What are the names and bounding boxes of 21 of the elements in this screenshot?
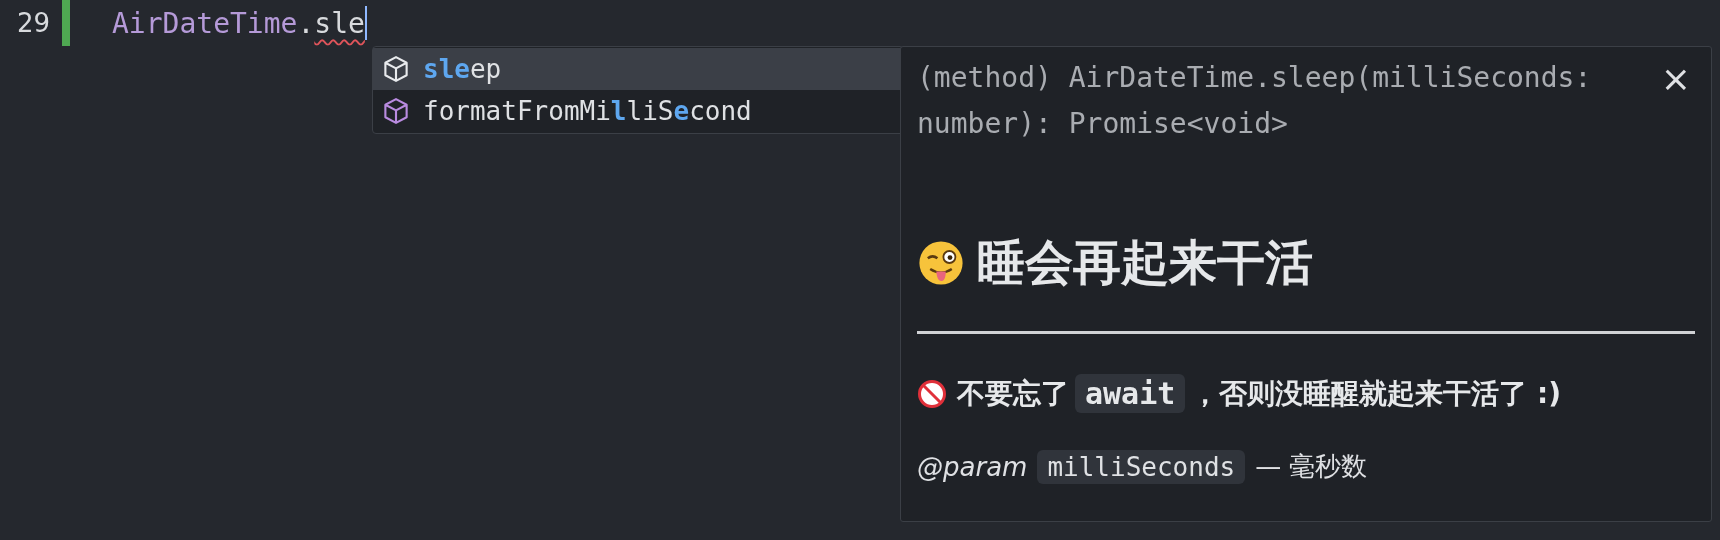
inline-code: await [1075,374,1186,413]
method-signature: (method) AirDateTime.sleep(milliSeconds: number): Promise<void> [917,60,1593,142]
param-description: — 毫秒数 [1255,450,1368,483]
code-token: . [297,6,315,40]
suggestion-item[interactable]: formatFromMilliSecond [373,90,903,132]
winking-smiley-icon [917,239,965,287]
code-token: AirDateTime [112,6,298,40]
close-button[interactable]: × [1660,61,1691,97]
doc-heading: 睡会再起来干活 [977,233,1313,292]
suggestion-item[interactable]: sleep [373,48,903,90]
param-name: milliSeconds [1037,449,1246,484]
change-marker [62,0,70,46]
cube-icon [381,54,411,84]
prohibited-icon [917,378,947,409]
text-cursor [364,6,367,40]
note-text: ，否则没睡醒就起来干活了 :) [1191,375,1562,412]
param-tag: @param [917,451,1028,482]
code-token: sle [314,6,365,40]
line-number: 29 [15,8,50,38]
note-text: 不要忘了 [957,375,1069,412]
cube-icon [381,96,411,126]
